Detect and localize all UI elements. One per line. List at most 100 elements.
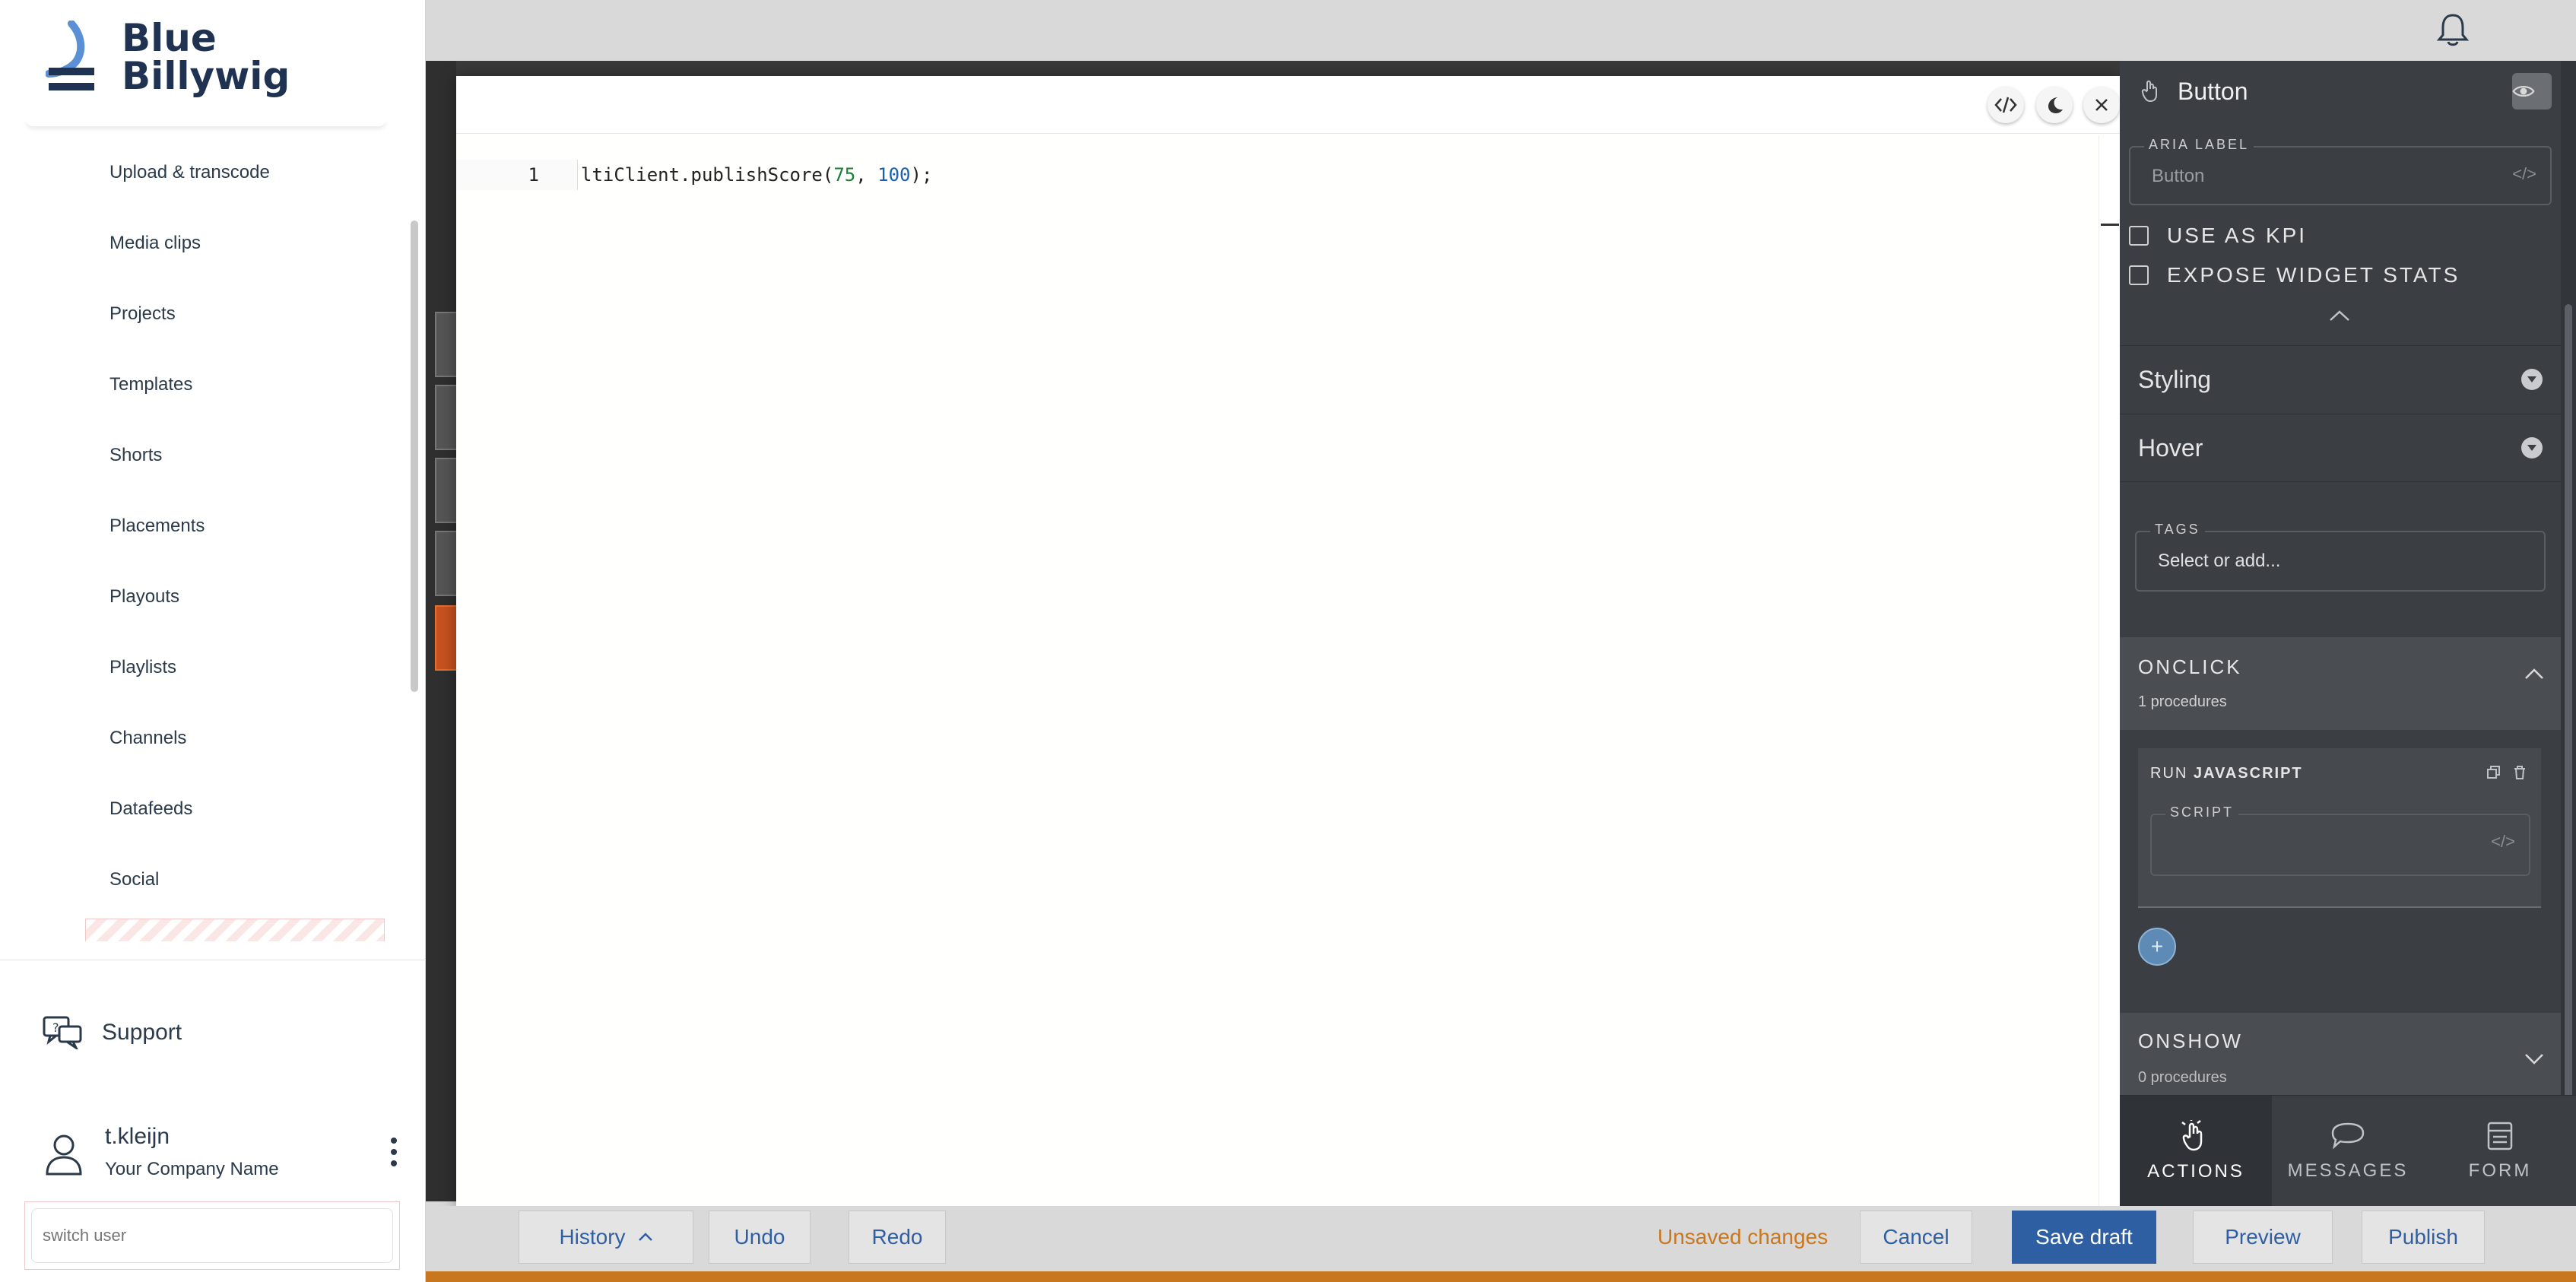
chevron-up-icon[interactable] <box>2328 309 2351 322</box>
preview-button[interactable]: Preview <box>2193 1211 2333 1264</box>
form-icon <box>2487 1122 2513 1150</box>
panel-tabs: ACTIONS MESSAGES FORM <box>2120 1095 2576 1206</box>
left-navigation: Blue Billywig Upload & transcode Media c… <box>0 0 426 1282</box>
chevron-down-icon[interactable] <box>2521 437 2543 459</box>
code-icon[interactable]: </> <box>2491 832 2515 852</box>
chevron-down-icon[interactable] <box>2524 1052 2544 1065</box>
run-javascript-procedure: RUN JAVASCRIPT SCRIPT </> <box>2138 748 2541 908</box>
kebab-menu-icon[interactable] <box>386 1134 401 1169</box>
onshow-title: ONSHOW <box>2138 1030 2243 1052</box>
redo-button[interactable]: Redo <box>849 1211 946 1264</box>
user-icon <box>46 1134 82 1176</box>
hover-title: Hover <box>2138 433 2203 462</box>
nav-item-playouts[interactable]: Playouts <box>0 561 411 632</box>
expose-widget-stats-label: EXPOSE WIDGET STATS <box>2167 263 2460 287</box>
nav-item-social[interactable]: Social <box>0 844 411 915</box>
nav-item-media-clips[interactable]: Media clips <box>0 208 411 278</box>
onshow-count: 0 procedures <box>2138 1069 2227 1086</box>
code-icon[interactable]: </> <box>2512 164 2536 184</box>
use-as-kpi-checkbox[interactable]: USE AS KPI <box>2129 224 2307 248</box>
undo-button[interactable]: Undo <box>709 1211 811 1264</box>
hand-icon <box>2181 1119 2203 1150</box>
cancel-button[interactable]: Cancel <box>1860 1211 1972 1264</box>
svg-text:?: ? <box>52 1020 59 1035</box>
bell-icon[interactable] <box>2436 12 2470 47</box>
expose-widget-stats-checkbox[interactable]: EXPOSE WIDGET STATS <box>2129 263 2460 287</box>
nav-item-templates[interactable]: Templates <box>0 349 411 420</box>
tab-messages[interactable]: MESSAGES <box>2272 1096 2424 1206</box>
modal-header <box>456 76 2120 134</box>
code-line[interactable]: 1 ltiClient.publishScore(75, 100); <box>456 160 932 190</box>
brand-logo[interactable]: Blue Billywig <box>45 15 290 99</box>
checkbox[interactable] <box>2129 226 2149 246</box>
onshow-section-header[interactable]: ONSHOW 0 procedures <box>2120 1013 2561 1096</box>
hover-section[interactable]: Hover <box>2120 414 2561 482</box>
tags-legend: TAGS <box>2150 522 2205 538</box>
script-field[interactable]: SCRIPT </> <box>2150 804 2530 876</box>
panel-header: Button <box>2120 61 2561 122</box>
onclick-title: ONCLICK <box>2138 655 2242 678</box>
procedure-tools <box>2486 765 2527 780</box>
logo-mark-icon <box>45 20 100 94</box>
nav-item-shorts[interactable]: Shorts <box>0 420 411 490</box>
code-editor-modal: 1 ltiClient.publishScore(75, 100); <box>456 76 2120 1209</box>
trash-icon[interactable] <box>2512 765 2527 780</box>
chevron-up-icon[interactable] <box>2524 668 2544 680</box>
unsaved-changes-indicator: Unsaved changes <box>1658 1225 1829 1249</box>
styling-title: Styling <box>2138 366 2212 393</box>
publish-button[interactable]: Publish <box>2362 1211 2485 1264</box>
onclick-section-header[interactable]: ONCLICK 1 procedures <box>2120 637 2561 730</box>
checkbox[interactable] <box>2129 265 2149 285</box>
aria-label-value[interactable]: Button <box>2152 166 2204 187</box>
nav-scrollbar[interactable] <box>411 221 418 692</box>
tab-form[interactable]: FORM <box>2424 1096 2576 1206</box>
tab-actions[interactable]: ACTIONS <box>2120 1096 2272 1206</box>
save-draft-button[interactable]: Save draft <box>2012 1211 2156 1264</box>
tags-placeholder[interactable]: Select or add... <box>2158 551 2280 572</box>
tab-form-label: FORM <box>2468 1160 2532 1181</box>
code-icon[interactable] <box>1988 87 2024 123</box>
support-label: Support <box>102 1020 182 1045</box>
nav-item-projects[interactable]: Projects <box>0 278 411 349</box>
add-procedure-button[interactable]: + <box>2138 928 2176 966</box>
user-company: Your Company Name <box>105 1159 279 1179</box>
brand-name: Blue Billywig <box>122 16 290 98</box>
code-content[interactable]: ltiClient.publishScore(75, 100); <box>578 164 932 186</box>
tags-field[interactable]: TAGS Select or add... <box>2135 522 2546 592</box>
nav-item-upload-transcode[interactable]: Upload & transcode <box>0 137 411 208</box>
nav-item-channels[interactable]: Channels <box>0 703 411 773</box>
hand-icon <box>2141 80 2157 103</box>
properties-panel: Button ARIA LABEL Button </> USE AS KPI … <box>2120 61 2561 1145</box>
panel-title: Button <box>2178 77 2248 105</box>
styling-section[interactable]: Styling <box>2120 345 2561 414</box>
moon-icon[interactable] <box>2036 87 2073 123</box>
history-button[interactable]: History <box>519 1211 693 1264</box>
chevron-up-icon <box>638 1233 652 1241</box>
history-label: History <box>559 1225 626 1249</box>
support-link[interactable]: ? Support <box>43 1016 182 1049</box>
code-editor[interactable]: 1 ltiClient.publishScore(75, 100); <box>456 135 2099 1209</box>
code-scrollbar[interactable] <box>2099 135 2120 1209</box>
tab-messages-label: MESSAGES <box>2287 1160 2409 1181</box>
nav-item-playlists[interactable]: Playlists <box>0 632 411 703</box>
close-icon[interactable] <box>2083 87 2120 123</box>
nav-placeholder-item <box>85 919 385 941</box>
tab-actions-label: ACTIONS <box>2147 1160 2244 1182</box>
logo-divider <box>26 119 386 126</box>
aria-label-field[interactable]: ARIA LABEL Button </> <box>2129 137 2552 205</box>
chevron-down-icon[interactable] <box>2521 369 2543 390</box>
copy-icon[interactable] <box>2486 765 2501 780</box>
nav-item-datafeeds[interactable]: Datafeeds <box>0 773 411 844</box>
support-icon: ? <box>43 1016 82 1049</box>
switch-user-input[interactable] <box>31 1208 393 1263</box>
user-name: t.kleijn <box>105 1124 170 1149</box>
bottom-accent-stripe <box>426 1271 2576 1282</box>
nav-list: Upload & transcode Media clips Projects … <box>0 137 411 915</box>
eye-icon[interactable] <box>2512 73 2552 109</box>
switch-user-wrapper <box>24 1201 400 1270</box>
aria-label-legend: ARIA LABEL <box>2144 137 2254 153</box>
top-bar <box>426 0 2576 61</box>
panel-scrollbar[interactable] <box>2561 61 2576 1145</box>
nav-item-placements[interactable]: Placements <box>0 490 411 561</box>
line-number: 1 <box>456 160 578 190</box>
